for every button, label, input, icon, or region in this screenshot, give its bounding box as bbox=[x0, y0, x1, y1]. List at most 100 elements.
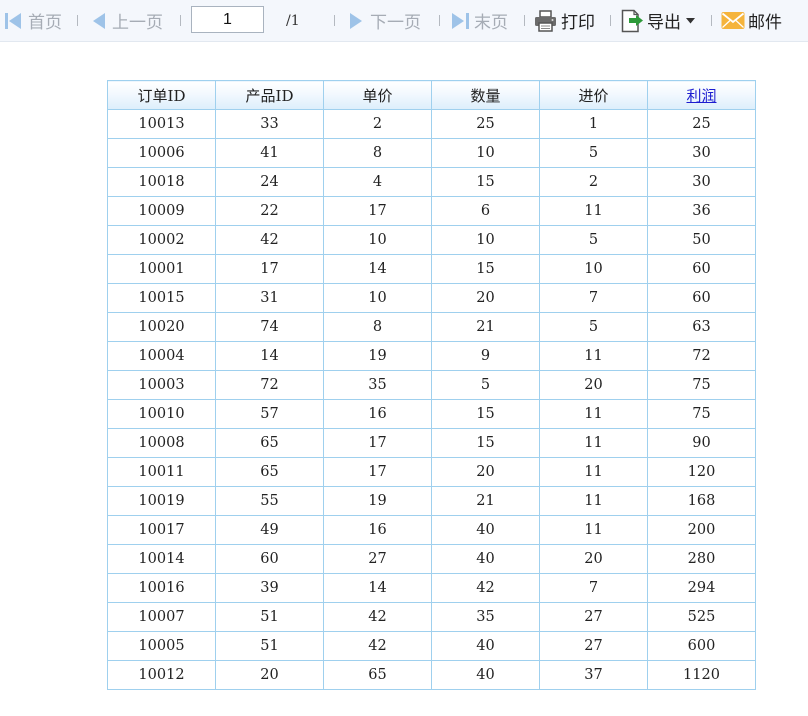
table-row: 10007 51 42 35 27 525 bbox=[107, 602, 756, 632]
unit-price-cell: 10 bbox=[323, 225, 432, 255]
order-id-cell: 10008 bbox=[107, 428, 216, 458]
cost-price-cell: 1 bbox=[539, 109, 648, 139]
table-row: 10001 17 14 15 10 60 bbox=[107, 254, 756, 284]
order-id-cell: 10013 bbox=[107, 109, 216, 139]
table-row: 10012 20 65 40 37 1120 bbox=[107, 660, 756, 690]
unit-price-cell: 8 bbox=[323, 312, 432, 342]
mail-button[interactable]: 邮件 bbox=[721, 0, 782, 41]
product-id-cell: 57 bbox=[215, 399, 324, 429]
cost-price-cell: 7 bbox=[539, 573, 648, 603]
profit-cell: 63 bbox=[647, 312, 756, 342]
profit-cell: 60 bbox=[647, 283, 756, 313]
print-button[interactable]: 打印 bbox=[534, 0, 595, 41]
profit-cell: 600 bbox=[647, 631, 756, 661]
prev-page-icon bbox=[92, 12, 106, 30]
order-id-cell: 10006 bbox=[107, 138, 216, 168]
table-row: 10016 39 14 42 7 294 bbox=[107, 573, 756, 603]
order-id-cell: 10009 bbox=[107, 196, 216, 226]
order-id-cell: 10020 bbox=[107, 312, 216, 342]
cost-price-cell: 11 bbox=[539, 515, 648, 545]
last-page-button[interactable]: 末页 bbox=[451, 0, 508, 41]
page-total-label: /1 bbox=[286, 12, 300, 29]
product-id-cell: 24 bbox=[215, 167, 324, 197]
quantity-cell: 40 bbox=[431, 544, 540, 574]
sort-by-profit-link[interactable]: 利润 bbox=[686, 87, 716, 105]
printer-icon bbox=[534, 9, 557, 32]
profit-cell: 75 bbox=[647, 370, 756, 400]
unit-price-cell: 35 bbox=[323, 370, 432, 400]
unit-price-cell: 65 bbox=[323, 660, 432, 690]
table-header-row: 订单ID 产品ID 单价 数量 进价 利润 bbox=[107, 80, 756, 110]
product-id-cell: 65 bbox=[215, 428, 324, 458]
table-row: 10015 31 10 20 7 60 bbox=[107, 283, 756, 313]
unit-price-cell: 42 bbox=[323, 602, 432, 632]
prev-page-button[interactable]: 上一页 bbox=[92, 0, 163, 41]
order-id-cell: 10003 bbox=[107, 370, 216, 400]
profit-cell: 200 bbox=[647, 515, 756, 545]
last-page-icon bbox=[451, 12, 470, 30]
cost-price-cell: 11 bbox=[539, 486, 648, 516]
quantity-cell: 15 bbox=[431, 399, 540, 429]
cost-price-cell: 5 bbox=[539, 312, 648, 342]
quantity-cell: 20 bbox=[431, 457, 540, 487]
dropdown-caret-icon bbox=[686, 17, 695, 24]
toolbar-divider bbox=[77, 15, 78, 26]
cost-price-cell: 11 bbox=[539, 428, 648, 458]
toolbar-divider bbox=[711, 15, 712, 26]
column-header-order-id: 订单ID bbox=[107, 80, 216, 110]
cost-price-cell: 5 bbox=[539, 225, 648, 255]
table-row: 10004 14 19 9 11 72 bbox=[107, 341, 756, 371]
table-row: 10020 74 8 21 5 63 bbox=[107, 312, 756, 342]
table-row: 10002 42 10 10 5 50 bbox=[107, 225, 756, 255]
cost-price-cell: 27 bbox=[539, 631, 648, 661]
unit-price-cell: 10 bbox=[323, 283, 432, 313]
order-id-cell: 10014 bbox=[107, 544, 216, 574]
export-dropdown-button[interactable]: 导出 bbox=[621, 0, 695, 41]
cost-price-cell: 10 bbox=[539, 254, 648, 284]
quantity-cell: 21 bbox=[431, 312, 540, 342]
product-id-cell: 39 bbox=[215, 573, 324, 603]
product-id-cell: 55 bbox=[215, 486, 324, 516]
order-id-cell: 10004 bbox=[107, 341, 216, 371]
product-id-cell: 22 bbox=[215, 196, 324, 226]
profit-cell: 525 bbox=[647, 602, 756, 632]
profit-cell: 30 bbox=[647, 167, 756, 197]
unit-price-cell: 14 bbox=[323, 573, 432, 603]
order-id-cell: 10005 bbox=[107, 631, 216, 661]
cost-price-cell: 5 bbox=[539, 138, 648, 168]
product-id-cell: 33 bbox=[215, 109, 324, 139]
mail-label: 邮件 bbox=[748, 13, 782, 33]
unit-price-cell: 8 bbox=[323, 138, 432, 168]
unit-price-cell: 4 bbox=[323, 167, 432, 197]
product-id-cell: 17 bbox=[215, 254, 324, 284]
mail-envelope-icon bbox=[721, 11, 745, 30]
quantity-cell: 40 bbox=[431, 660, 540, 690]
quantity-cell: 42 bbox=[431, 573, 540, 603]
first-page-button[interactable]: 首页 bbox=[4, 0, 62, 41]
report-toolbar: 首页 上一页 /1 下一页 末页 bbox=[0, 0, 808, 42]
profit-cell: 280 bbox=[647, 544, 756, 574]
product-id-cell: 72 bbox=[215, 370, 324, 400]
column-header-profit: 利润 bbox=[647, 80, 756, 110]
profit-cell: 36 bbox=[647, 196, 756, 226]
cost-price-cell: 20 bbox=[539, 544, 648, 574]
toolbar-divider bbox=[180, 15, 181, 26]
quantity-cell: 15 bbox=[431, 428, 540, 458]
column-header-product-id: 产品ID bbox=[215, 80, 324, 110]
page-number-input[interactable] bbox=[191, 6, 264, 33]
unit-price-cell: 17 bbox=[323, 457, 432, 487]
profit-cell: 25 bbox=[647, 109, 756, 139]
cost-price-cell: 11 bbox=[539, 457, 648, 487]
cost-price-cell: 11 bbox=[539, 196, 648, 226]
order-id-cell: 10011 bbox=[107, 457, 216, 487]
table-row: 10017 49 16 40 11 200 bbox=[107, 515, 756, 545]
next-page-button[interactable]: 下一页 bbox=[349, 0, 421, 41]
profit-cell: 30 bbox=[647, 138, 756, 168]
quantity-cell: 5 bbox=[431, 370, 540, 400]
unit-price-cell: 17 bbox=[323, 196, 432, 226]
quantity-cell: 40 bbox=[431, 515, 540, 545]
order-id-cell: 10015 bbox=[107, 283, 216, 313]
quantity-cell: 25 bbox=[431, 109, 540, 139]
quantity-cell: 15 bbox=[431, 254, 540, 284]
profit-cell: 1120 bbox=[647, 660, 756, 690]
